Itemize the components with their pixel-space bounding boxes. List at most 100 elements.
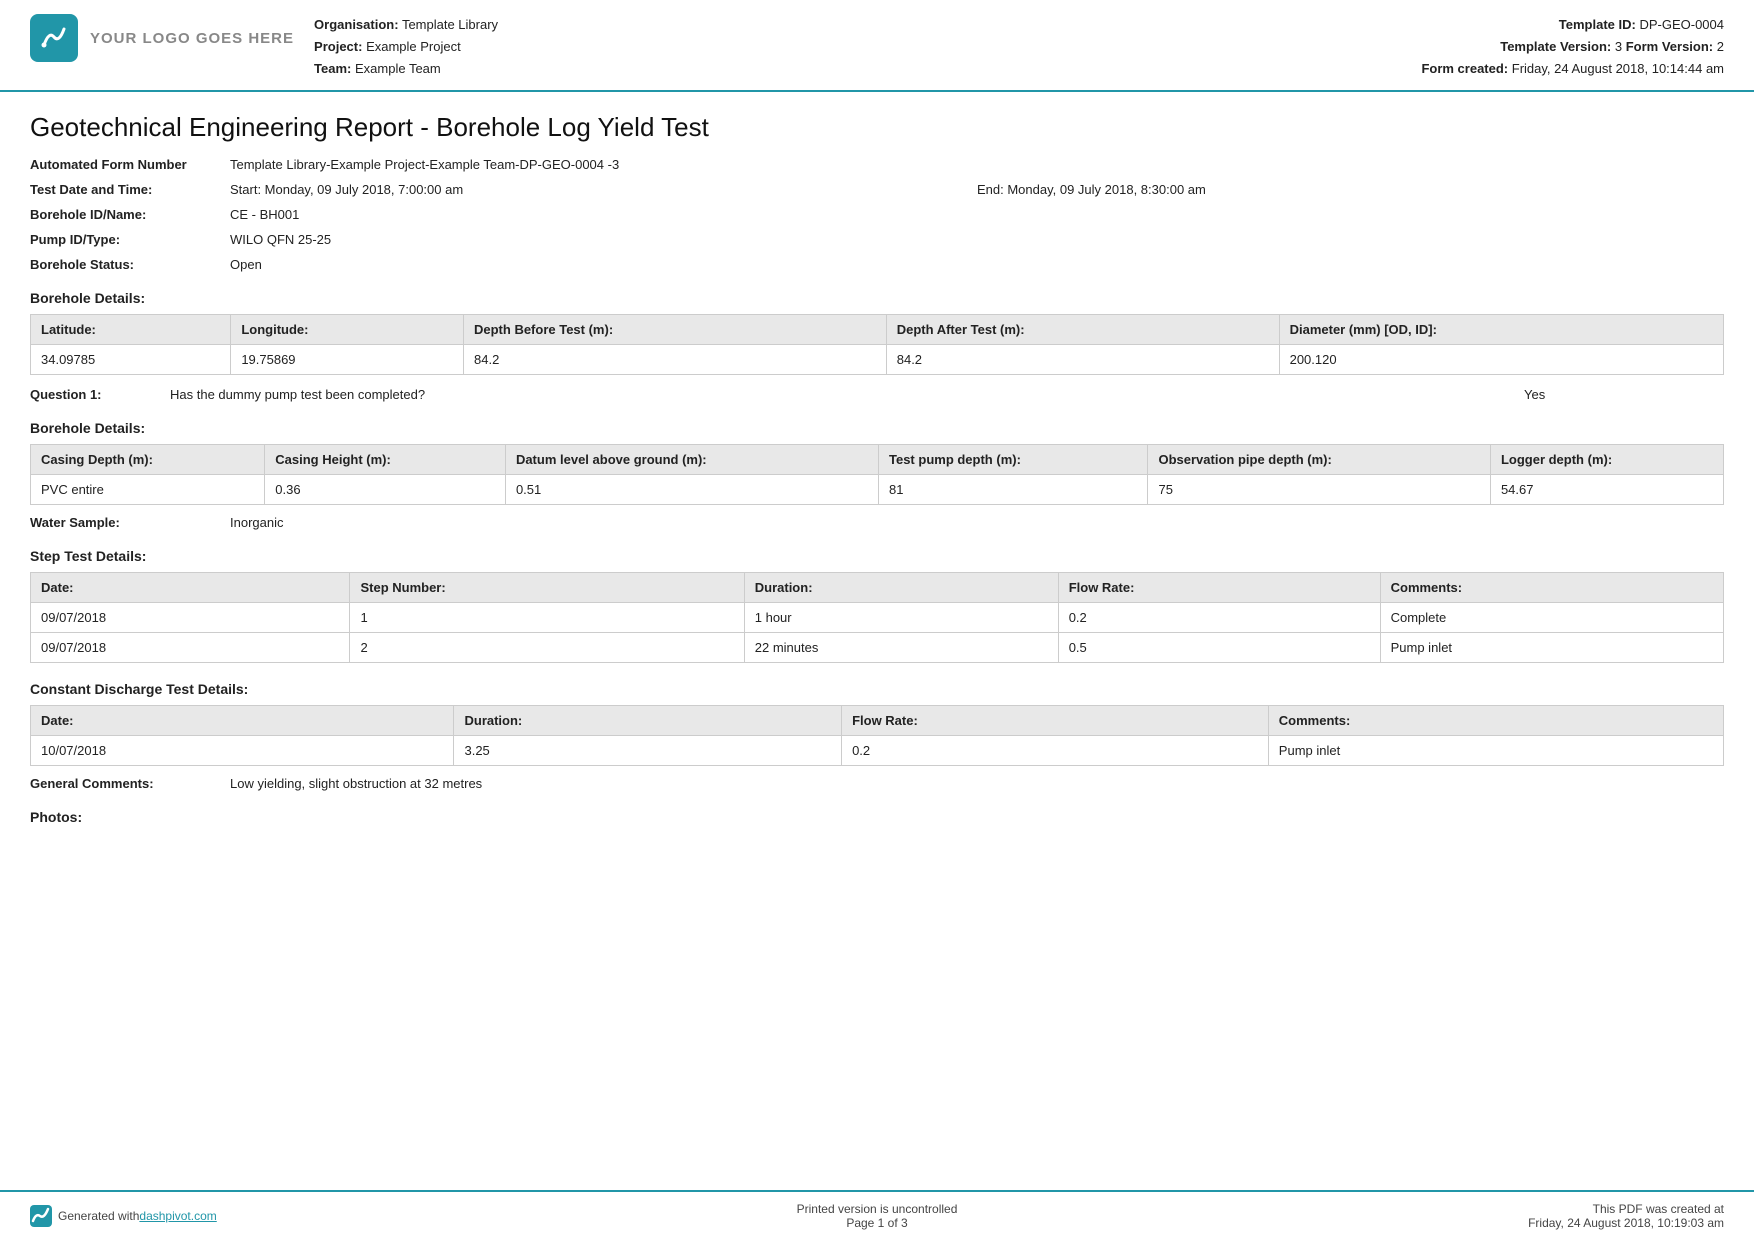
- borehole-details-1-table: Latitude: Longitude: Depth Before Test (…: [30, 314, 1724, 375]
- borehole-details-2-thead: Casing Depth (m): Casing Height (m): Dat…: [31, 445, 1724, 475]
- auto-form-row: Automated Form Number Template Library-E…: [30, 157, 1724, 172]
- template-version-value: 3: [1615, 39, 1622, 54]
- question-1-answer: Yes: [1524, 387, 1724, 402]
- step-test-body: 09/07/201811 hour0.2Complete09/07/201822…: [31, 603, 1724, 663]
- col-diameter: Diameter (mm) [OD, ID]:: [1279, 315, 1723, 345]
- footer-center-line1: Printed version is uncontrolled: [595, 1202, 1160, 1216]
- footer-generated-text: Generated with: [58, 1209, 139, 1223]
- logo-area: YOUR LOGO GOES HERE: [30, 14, 294, 62]
- table-row: 09/07/2018222 minutes0.5Pump inlet: [31, 633, 1724, 663]
- form-version-label: Form Version:: [1626, 39, 1713, 54]
- step-test-thead: Date: Step Number: Duration: Flow Rate: …: [31, 573, 1724, 603]
- water-sample-row: Water Sample: Inorganic: [30, 515, 1724, 530]
- general-comments-value: Low yielding, slight obstruction at 32 m…: [230, 776, 1724, 791]
- borehole-id-label: Borehole ID/Name:: [30, 207, 230, 222]
- col-step-date: Date:: [31, 573, 350, 603]
- logo-text: YOUR LOGO GOES HERE: [90, 30, 294, 47]
- col-cd-comments: Comments:: [1268, 706, 1723, 736]
- col-casing-height: Casing Height (m):: [265, 445, 506, 475]
- template-version-label: Template Version:: [1500, 39, 1611, 54]
- pump-id-row: Pump ID/Type: WILO QFN 25-25: [30, 232, 1724, 247]
- pump-id-label: Pump ID/Type:: [30, 232, 230, 247]
- table-row: 09/07/201811 hour0.2Complete: [31, 603, 1724, 633]
- col-casing-depth: Casing Depth (m):: [31, 445, 265, 475]
- header-center: Organisation: Template Library Project: …: [294, 14, 1384, 80]
- template-id-value: DP-GEO-0004: [1639, 17, 1724, 32]
- question-1-text: Has the dummy pump test been completed?: [170, 387, 1524, 402]
- page-header: YOUR LOGO GOES HERE Organisation: Templa…: [0, 0, 1754, 92]
- col-step-comments: Comments:: [1380, 573, 1723, 603]
- photos-title: Photos:: [30, 809, 1724, 825]
- borehole-status-value: Open: [230, 257, 1724, 272]
- col-longitude: Longitude:: [231, 315, 464, 345]
- footer-link[interactable]: dashpivot.com: [139, 1209, 216, 1223]
- step-test-table: Date: Step Number: Duration: Flow Rate: …: [30, 572, 1724, 663]
- col-obs-pipe-depth: Observation pipe depth (m):: [1148, 445, 1490, 475]
- constant-discharge-table: Date: Duration: Flow Rate: Comments: 10/…: [30, 705, 1724, 766]
- borehole-status-label: Borehole Status:: [30, 257, 230, 272]
- project-label: Project:: [314, 39, 362, 54]
- borehole-details-1-body: 34.0978519.7586984.284.2200.120: [31, 345, 1724, 375]
- project-value: Example Project: [366, 39, 461, 54]
- form-version-value: 2: [1717, 39, 1724, 54]
- water-sample-value: Inorganic: [230, 515, 1724, 530]
- table-row: 10/07/20183.250.2Pump inlet: [31, 736, 1724, 766]
- col-cd-date: Date:: [31, 706, 454, 736]
- borehole-details-2-title: Borehole Details:: [30, 420, 1724, 436]
- auto-form-label: Automated Form Number: [30, 157, 230, 172]
- footer-right-line2: Friday, 24 August 2018, 10:19:03 am: [1159, 1216, 1724, 1230]
- form-created-value: Friday, 24 August 2018, 10:14:44 am: [1512, 61, 1724, 76]
- logo-icon: [30, 14, 78, 62]
- borehole-details-1-header-row: Latitude: Longitude: Depth Before Test (…: [31, 315, 1724, 345]
- borehole-details-2-table: Casing Depth (m): Casing Height (m): Dat…: [30, 444, 1724, 505]
- footer-center: Printed version is uncontrolled Page 1 o…: [595, 1202, 1160, 1230]
- borehole-details-2-body: PVC entire0.360.51817554.67: [31, 475, 1724, 505]
- template-id-label: Template ID:: [1559, 17, 1636, 32]
- col-step-number: Step Number:: [350, 573, 744, 603]
- general-comments-row: General Comments: Low yielding, slight o…: [30, 776, 1724, 791]
- borehole-id-row: Borehole ID/Name: CE - BH001: [30, 207, 1724, 222]
- constant-discharge-thead: Date: Duration: Flow Rate: Comments:: [31, 706, 1724, 736]
- borehole-details-1-title: Borehole Details:: [30, 290, 1724, 306]
- form-created-label: Form created:: [1421, 61, 1508, 76]
- footer-right: This PDF was created at Friday, 24 Augus…: [1159, 1202, 1724, 1230]
- constant-discharge-title: Constant Discharge Test Details:: [30, 681, 1724, 697]
- table-row: PVC entire0.360.51817554.67: [31, 475, 1724, 505]
- footer-left: Generated with dashpivot.com: [30, 1205, 595, 1227]
- col-step-flow-rate: Flow Rate:: [1058, 573, 1380, 603]
- step-test-header-row: Date: Step Number: Duration: Flow Rate: …: [31, 573, 1724, 603]
- col-depth-before: Depth Before Test (m):: [464, 315, 887, 345]
- org-value: Template Library: [402, 17, 498, 32]
- question-1-label: Question 1:: [30, 387, 150, 402]
- team-value: Example Team: [355, 61, 441, 76]
- col-datum-level: Datum level above ground (m):: [505, 445, 878, 475]
- main-content: Geotechnical Engineering Report - Boreho…: [0, 92, 1754, 913]
- report-title: Geotechnical Engineering Report - Boreho…: [30, 112, 1724, 143]
- test-date-start: Start: Monday, 09 July 2018, 7:00:00 am: [230, 182, 977, 197]
- footer-right-line1: This PDF was created at: [1159, 1202, 1724, 1216]
- col-depth-after: Depth After Test (m):: [886, 315, 1279, 345]
- table-row: 34.0978519.7586984.284.2200.120: [31, 345, 1724, 375]
- test-date-label: Test Date and Time:: [30, 182, 230, 197]
- team-label: Team:: [314, 61, 351, 76]
- general-comments-label: General Comments:: [30, 776, 230, 791]
- col-cd-flow-rate: Flow Rate:: [842, 706, 1269, 736]
- borehole-details-2-header-row: Casing Depth (m): Casing Height (m): Dat…: [31, 445, 1724, 475]
- header-right: Template ID: DP-GEO-0004 Template Versio…: [1384, 14, 1724, 80]
- pump-id-value: WILO QFN 25-25: [230, 232, 1724, 247]
- constant-discharge-body: 10/07/20183.250.2Pump inlet: [31, 736, 1724, 766]
- test-date-end: End: Monday, 09 July 2018, 8:30:00 am: [977, 182, 1724, 197]
- borehole-details-1-thead: Latitude: Longitude: Depth Before Test (…: [31, 315, 1724, 345]
- auto-form-value: Template Library-Example Project-Example…: [230, 157, 1724, 172]
- question-1-row: Question 1: Has the dummy pump test been…: [30, 387, 1724, 402]
- borehole-status-row: Borehole Status: Open: [30, 257, 1724, 272]
- borehole-id-value: CE - BH001: [230, 207, 1724, 222]
- col-latitude: Latitude:: [31, 315, 231, 345]
- col-step-duration: Duration:: [744, 573, 1058, 603]
- water-sample-label: Water Sample:: [30, 515, 230, 530]
- step-test-title: Step Test Details:: [30, 548, 1724, 564]
- col-logger-depth: Logger depth (m):: [1490, 445, 1723, 475]
- constant-discharge-header-row: Date: Duration: Flow Rate: Comments:: [31, 706, 1724, 736]
- footer-center-line2: Page 1 of 3: [595, 1216, 1160, 1230]
- footer-logo-icon: [30, 1205, 52, 1227]
